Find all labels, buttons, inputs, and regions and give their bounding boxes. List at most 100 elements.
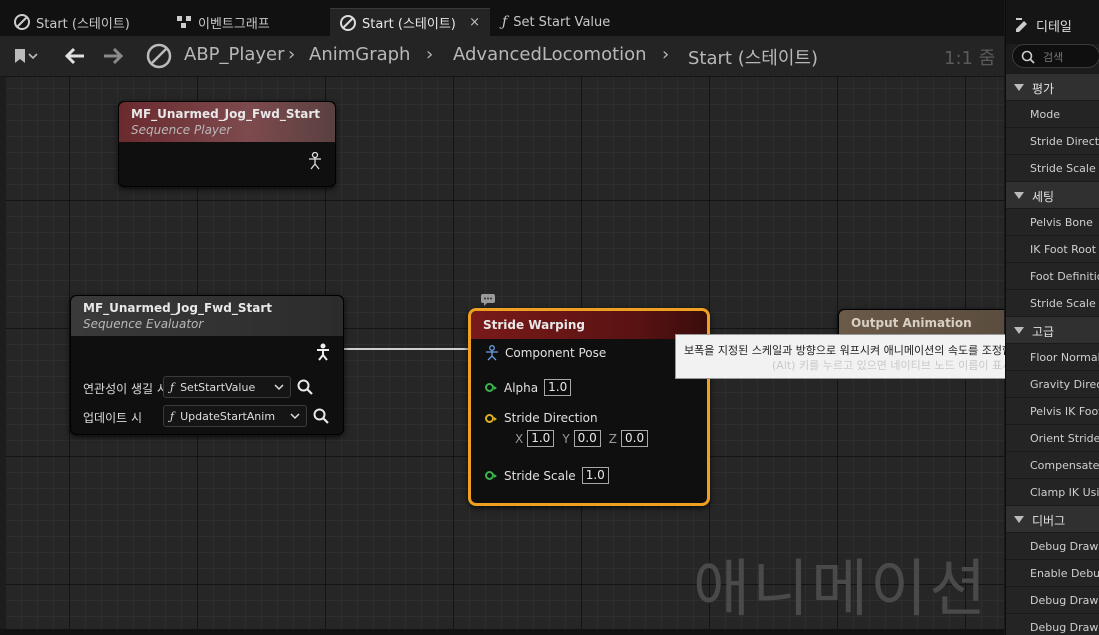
details-property-row[interactable]: Debug Draw IK (1006, 614, 1099, 635)
details-category[interactable]: 세팅 (1006, 182, 1099, 209)
details-property-row[interactable]: Mode (1006, 101, 1099, 128)
forward-arrow-icon[interactable] (102, 47, 124, 65)
comment-bubble-icon[interactable] (480, 293, 496, 307)
chevron-down-icon (1014, 327, 1024, 334)
bookmark-button[interactable] (14, 46, 44, 66)
chevron-down-icon (290, 413, 300, 420)
stride-direction-fields: X 1.0 Y 0.0 Z 0.0 (515, 430, 649, 447)
details-property-row[interactable]: Pelvis IK Foot (1006, 398, 1099, 425)
breadcrumb-item[interactable]: AdvancedLocomotion (453, 44, 647, 65)
dropdown-value: SetStartValue (180, 380, 256, 394)
search-icon[interactable] (313, 408, 329, 424)
chevron-down-icon (1014, 516, 1024, 523)
details-property-row[interactable]: Pelvis Bone (1006, 209, 1099, 236)
y-value-field[interactable]: 0.0 (573, 430, 601, 447)
pin-label: Stride Direction (504, 411, 598, 425)
details-property-row[interactable]: IK Foot Root Bone (1006, 236, 1099, 263)
dropdown-value: UpdateStartAnim (180, 409, 276, 423)
details-search-input[interactable]: 검색 (1012, 44, 1099, 68)
function-icon: ƒ (502, 14, 508, 30)
tab-label: Start (스테이트) (36, 16, 130, 32)
breadcrumb-bar: ABP_Player › AnimGraph › AdvancedLocomot… (0, 36, 1004, 77)
breadcrumb-item[interactable]: ABP_Player (184, 44, 285, 65)
x-value-field[interactable]: 1.0 (527, 430, 555, 447)
details-property-row[interactable]: Orient Stride Direction (1006, 425, 1099, 452)
z-value-field[interactable]: 0.0 (621, 430, 649, 447)
pose-output-pin-icon[interactable] (315, 343, 331, 361)
tab-start-state-active[interactable]: Start (스테이트) × (330, 8, 490, 36)
function-icon: ƒ (170, 380, 175, 394)
function-icon: ƒ (170, 409, 175, 423)
details-property-row[interactable]: Debug Draw Stride (1006, 533, 1099, 560)
details-property-row[interactable]: Gravity Direction (1006, 371, 1099, 398)
pose-pin-icon[interactable] (307, 152, 323, 170)
details-category[interactable]: 평가 (1006, 74, 1099, 101)
sequence-player-node[interactable]: MF_Unarmed_Jog_Fwd_Start Sequence Player (118, 101, 336, 187)
y-label: Y (562, 431, 570, 446)
breadcrumb-item[interactable]: AnimGraph (309, 44, 410, 65)
back-arrow-icon[interactable] (64, 47, 86, 65)
property-label: Stride Direction (1030, 135, 1099, 148)
alpha-pin[interactable]: Alpha 1.0 (485, 379, 572, 396)
stride-scale-pin[interactable]: Stride Scale 1.0 (485, 467, 609, 484)
set-start-value-dropdown[interactable]: ƒ SetStartValue (163, 376, 291, 398)
tooltip-text: 보폭을 지정된 스케일과 방향으로 워프시켜 애니메이션의 속도를 조정합니다. (684, 344, 1036, 357)
category-label: 평가 (1032, 82, 1055, 96)
details-icon (1016, 18, 1027, 32)
details-property-row[interactable]: Enable Debug (1006, 560, 1099, 587)
details-property-row[interactable]: Stride Direction (1006, 128, 1099, 155)
tab-start-state-1[interactable]: Start (스테이트) (4, 8, 164, 36)
state-icon (146, 43, 172, 69)
node-subtitle: Sequence Player (131, 123, 232, 137)
property-label: Gravity Direction (1030, 378, 1099, 391)
property-label: Enable Debug (1030, 567, 1099, 580)
property-label: Compensate IK (1030, 459, 1099, 472)
state-icon (340, 14, 356, 31)
stride-scale-value-field[interactable]: 1.0 (581, 467, 609, 484)
node-header: MF_Unarmed_Jog_Fwd_Start Sequence Evalua… (71, 296, 343, 336)
property-label: Debug Draw IK (1030, 594, 1099, 607)
details-property-row[interactable]: Stride Scale (1006, 155, 1099, 182)
details-property-row[interactable]: Clamp IK Using (1006, 479, 1099, 506)
property-label: Floor Normal (1030, 351, 1099, 364)
tab-event-graph[interactable]: 이벤트그래프 (166, 8, 328, 36)
stride-direction-pin[interactable]: Stride Direction (485, 411, 598, 425)
search-icon[interactable] (297, 379, 313, 395)
breadcrumb-separator-icon: › (288, 44, 296, 65)
category-label: 세팅 (1032, 190, 1055, 204)
property-label: Pelvis IK Foot (1030, 405, 1099, 418)
stride-warping-node[interactable]: Stride Warping Component Pose Alpha 1.0 … (468, 308, 710, 506)
property-label: Debug Draw IK (1030, 621, 1099, 634)
property-label: IK Foot Root Bone (1030, 243, 1099, 256)
category-label: 디버그 (1032, 514, 1066, 528)
details-property-row[interactable]: Debug Draw IK (1006, 587, 1099, 614)
property-label: Mode (1030, 108, 1060, 121)
breadcrumb-separator-icon: › (662, 44, 670, 65)
details-property-row[interactable]: Compensate IK (1006, 452, 1099, 479)
x-label: X (515, 431, 524, 446)
pin-label: Alpha (504, 380, 539, 395)
details-property-row[interactable]: Foot Definitions (1006, 263, 1099, 290)
node-header: Stride Warping (471, 311, 707, 339)
pin-label: Component Pose (505, 346, 607, 360)
details-category[interactable]: 디버그 (1006, 506, 1099, 533)
close-icon[interactable]: × (469, 15, 480, 30)
details-property-row[interactable]: Floor Normal (1006, 344, 1099, 371)
property-label: Pelvis Bone (1030, 216, 1093, 229)
breadcrumb-item[interactable]: Start (스테이트) (688, 44, 818, 70)
update-start-anim-dropdown[interactable]: ƒ UpdateStartAnim (163, 405, 307, 427)
details-property-row[interactable]: Stride Scale Modifier (1006, 290, 1099, 317)
details-title: 디테일 (1036, 20, 1072, 35)
category-label: 고급 (1032, 325, 1055, 339)
on-update-label: 업데이트 시 (83, 411, 143, 425)
pin-label: Stride Scale (504, 468, 576, 483)
search-placeholder: 검색 (1043, 51, 1064, 64)
details-category[interactable]: 고급 (1006, 317, 1099, 344)
search-icon (1021, 50, 1035, 64)
component-pose-pin[interactable]: Component Pose (485, 345, 606, 361)
alpha-value-field[interactable]: 1.0 (544, 379, 572, 396)
tooltip-hint: (Alt) 키를 누르고 있으면 네이티브 노드 이름이 표시됩니다 (772, 359, 1043, 372)
property-label: Foot Definitions (1030, 270, 1099, 283)
tab-set-start-value[interactable]: ƒ Set Start Value (492, 8, 652, 36)
sequence-evaluator-node[interactable]: MF_Unarmed_Jog_Fwd_Start Sequence Evalua… (70, 295, 344, 435)
